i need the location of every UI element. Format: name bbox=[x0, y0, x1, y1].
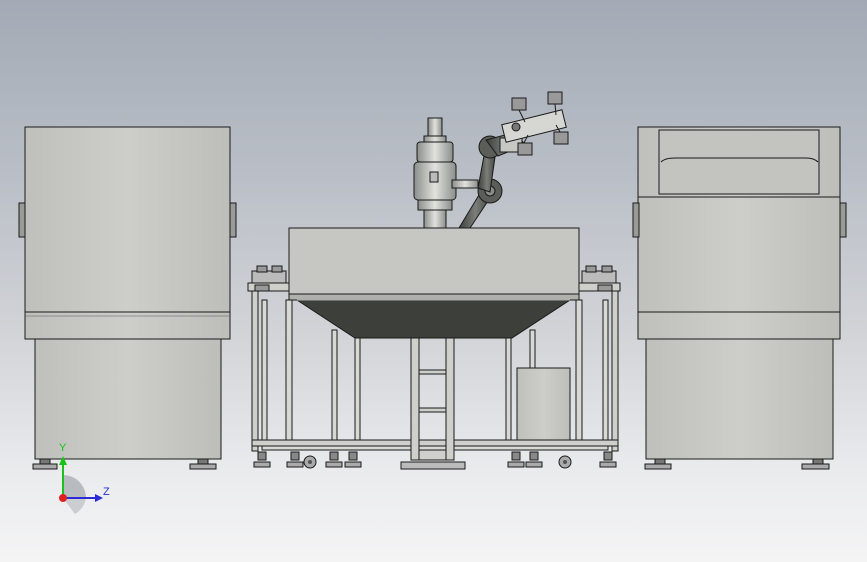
x-axis-origin bbox=[59, 494, 67, 502]
assembly-model[interactable] bbox=[0, 0, 867, 562]
triad-z-label: Z bbox=[103, 486, 110, 498]
cad-viewport[interactable]: Y Z bbox=[0, 0, 867, 562]
left-cabinet[interactable] bbox=[18, 126, 237, 470]
right-cabinet[interactable] bbox=[632, 126, 847, 470]
hopper[interactable] bbox=[288, 227, 580, 339]
coordinate-triad bbox=[59, 456, 103, 514]
spindle-unit[interactable] bbox=[413, 117, 479, 229]
right-cabinet-feet bbox=[644, 458, 830, 470]
triad-y-label: Y bbox=[59, 442, 67, 454]
robot-arm[interactable] bbox=[458, 91, 569, 229]
